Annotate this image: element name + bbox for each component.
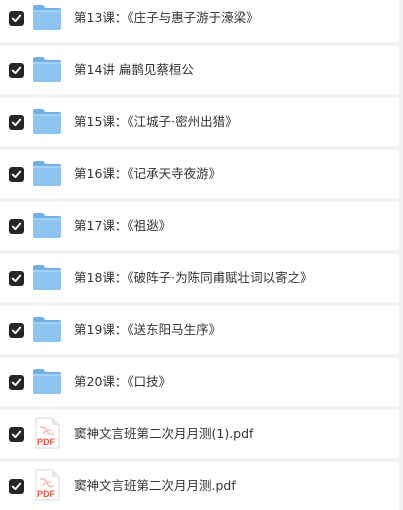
check-icon [11, 326, 22, 335]
folder-icon [32, 1, 62, 33]
checkbox-checked[interactable] [9, 427, 24, 442]
checkbox-checked[interactable] [9, 323, 24, 338]
checkbox-checked[interactable] [9, 375, 24, 390]
file-row[interactable]: PDF 窦神文言班第二次月月测.pdf [0, 462, 399, 510]
pdf-icon: PDF [32, 417, 62, 449]
file-name[interactable]: 窦神文言班第二次月月测(1).pdf [74, 410, 253, 458]
check-icon [11, 66, 22, 75]
check-icon [11, 482, 22, 491]
file-row[interactable]: 第20课：《口技》 [0, 358, 399, 406]
file-name[interactable]: 窦神文言班第二次月月测.pdf [74, 462, 236, 510]
file-name[interactable]: 第15课：《江城子·密州出猎》 [74, 98, 238, 146]
checkbox-checked[interactable] [9, 219, 24, 234]
checkbox-checked[interactable] [9, 115, 24, 130]
folder-icon [32, 365, 62, 397]
check-icon [11, 274, 22, 283]
checkbox-checked[interactable] [9, 479, 24, 494]
check-icon [11, 378, 22, 387]
checkbox-checked[interactable] [9, 167, 24, 182]
file-list: 第13课：《庄子与惠子游于濠梁》 第14讲 扁鹊见蔡桓公 第15课：《江城子·密州出… [0, 0, 403, 510]
file-name[interactable]: 第17课：《祖逖》 [74, 202, 171, 250]
file-row[interactable]: 第15课：《江城子·密州出猎》 [0, 98, 399, 146]
folder-icon [32, 105, 62, 137]
file-name[interactable]: 第20课：《口技》 [74, 358, 171, 406]
file-name[interactable]: 第16课：《记承天寺夜游》 [74, 150, 221, 198]
folder-icon [32, 53, 62, 85]
check-icon [11, 170, 22, 179]
file-name[interactable]: 第13课：《庄子与惠子游于濠梁》 [74, 0, 259, 42]
file-row[interactable]: PDF 窦神文言班第二次月月测(1).pdf [0, 410, 399, 458]
file-row[interactable]: 第18课：《破阵子·为陈同甫赋壮词以寄之》 [0, 254, 399, 302]
pdf-badge-label: PDF [37, 489, 55, 499]
file-name[interactable]: 第18课：《破阵子·为陈同甫赋壮词以寄之》 [74, 254, 313, 302]
folder-icon [32, 157, 62, 189]
check-icon [11, 222, 22, 231]
file-row[interactable]: 第16课：《记承天寺夜游》 [0, 150, 399, 198]
file-row[interactable]: 第14讲 扁鹊见蔡桓公 [0, 46, 399, 94]
pdf-badge-label: PDF [37, 437, 55, 447]
pdf-icon: PDF [32, 469, 62, 501]
folder-icon [32, 261, 62, 293]
file-row[interactable]: 第17课：《祖逖》 [0, 202, 399, 250]
checkbox-checked[interactable] [9, 11, 24, 26]
checkbox-checked[interactable] [9, 271, 24, 286]
checkbox-checked[interactable] [9, 63, 24, 78]
folder-icon [32, 209, 62, 241]
check-icon [11, 430, 22, 439]
folder-icon [32, 313, 62, 345]
file-row[interactable]: 第19课：《送东阳马生序》 [0, 306, 399, 354]
file-row[interactable]: 第13课：《庄子与惠子游于濠梁》 [0, 0, 399, 42]
file-name[interactable]: 第14讲 扁鹊见蔡桓公 [74, 46, 194, 94]
file-name[interactable]: 第19课：《送东阳马生序》 [74, 306, 221, 354]
check-icon [11, 14, 22, 23]
check-icon [11, 118, 22, 127]
